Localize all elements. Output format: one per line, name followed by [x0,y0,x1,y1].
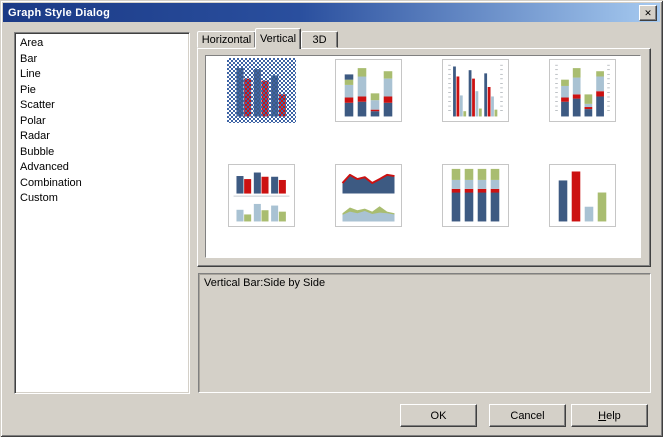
window-title: Graph Style Dialog [8,6,111,19]
tab-3d[interactable]: 3D [301,31,338,48]
thumbnail-simple-bars[interactable] [549,164,616,227]
tab-horizontal-label: Horizontal [201,33,252,46]
ok-button-label: OK [430,409,447,422]
thumbnail-stacked-100[interactable] [442,164,509,227]
thumbnail-side-by-side[interactable] [227,58,296,123]
close-icon: ✕ [644,7,652,18]
style-preview-panel [205,55,641,258]
cancel-button-label: Cancel [510,409,545,422]
list-item-area[interactable]: Area [15,36,189,52]
list-item-radar[interactable]: Radar [15,129,189,145]
close-button[interactable]: ✕ [639,5,657,21]
description-panel: Vertical Bar:Side by Side [198,273,651,393]
ok-button[interactable]: OK [400,404,477,427]
list-item-custom[interactable]: Custom [15,191,189,207]
description-text: Vertical Bar:Side by Side [204,277,326,289]
list-item-combination[interactable]: Combination [15,176,189,192]
thumbnail-dual-panel-areas[interactable] [335,164,402,227]
thumbnail-side-by-side-axes[interactable] [442,59,509,122]
help-button[interactable]: Help [571,404,648,427]
list-item-bar[interactable]: Bar [15,52,189,68]
thumbnail-dual-panel-bars[interactable] [228,164,295,227]
tab-horizontal[interactable]: Horizontal [197,31,256,48]
list-item-line[interactable]: Line [15,67,189,83]
list-item-bubble[interactable]: Bubble [15,145,189,161]
thumbnail-stacked-axes[interactable] [549,59,616,122]
graph-style-dialog: Graph Style Dialog ✕ Area Bar Line Pie Scatt… [0,0,663,437]
style-category-listbox[interactable]: Area Bar Line Pie Scatter Polar Radar Bubble Adv… [14,32,190,394]
list-item-polar[interactable]: Polar [15,114,189,130]
thumbnail-stacked[interactable] [335,59,402,122]
list-item-pie[interactable]: Pie [15,83,189,99]
help-button-label: Help [598,409,621,422]
list-item-scatter[interactable]: Scatter [15,98,189,114]
list-item-advanced[interactable]: Advanced [15,160,189,176]
tab-page-vertical [197,48,651,267]
tab-3d-label: 3D [312,33,327,46]
tab-vertical-label: Vertical [259,33,297,45]
titlebar: Graph Style Dialog ✕ [3,3,660,22]
cancel-button[interactable]: Cancel [489,404,566,427]
tab-vertical[interactable]: Vertical [255,28,301,49]
